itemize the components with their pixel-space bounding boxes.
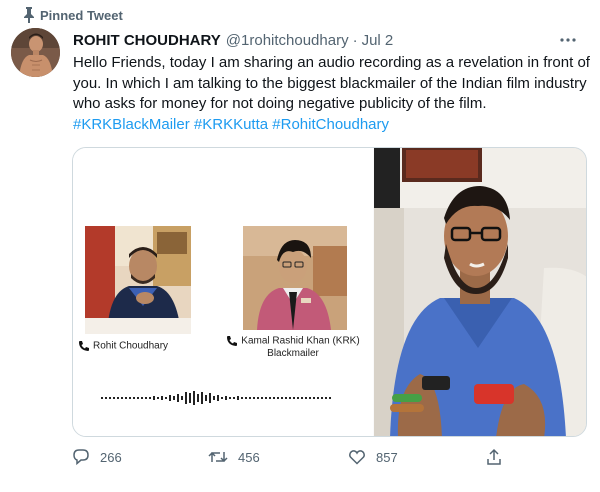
caller-role-krk: Blackmailer [267,347,319,359]
phone-icon [79,341,89,351]
heart-icon [349,450,365,465]
media-audio-panel: Rohit Choudhary Kamal Rashid Khan (KRK) … [73,148,373,436]
tweet-actions: 266 456 857 [72,448,512,470]
like-button[interactable]: 857 [348,448,398,466]
author-handle[interactable]: @1rohitchoudhary [226,32,349,49]
video-frame [374,148,586,436]
dot-separator: · [352,31,358,49]
hashtag-list: #KRKBlackMailer #KRKKutta #RohitChoudhar… [73,115,593,136]
hashtag-link[interactable]: #KRKBlackMailer [73,116,190,133]
tweet-body: Hello Friends, today I am sharing an aud… [73,54,590,112]
caller-label-krk: Kamal Rashid Khan (KRK) Blackmailer [213,335,373,360]
author-name[interactable]: ROHIT CHOUDHARY [73,32,221,49]
pinned-label: Pinned Tweet [40,7,123,23]
caller-photo-krk [243,226,347,330]
reply-count: 266 [100,449,122,465]
audio-waveform [101,390,333,406]
phone-icon [227,336,238,346]
tweet-header: ROHIT CHOUDHARY @1rohitchoudhary · Jul 2 [73,30,580,50]
hashtag-link[interactable]: #KRKKutta [194,116,268,133]
share-button[interactable] [485,448,503,466]
caller-name-rohit: Rohit Choudhary [93,340,169,352]
reply-button[interactable]: 266 [72,448,122,466]
pinned-tweet-indicator: Pinned Tweet [24,7,123,23]
retweet-count: 456 [238,449,260,465]
retweet-icon [208,451,228,463]
caller-label-rohit: Rohit Choudhary [78,340,198,353]
avatar[interactable] [11,28,60,77]
share-icon [487,448,501,465]
caller-name-krk: Kamal Rashid Khan (KRK) [241,335,360,347]
reply-icon [73,449,89,466]
tweet-date[interactable]: Jul 2 [362,32,394,49]
more-options-button[interactable] [556,28,580,52]
more-icon [560,38,576,42]
media-video[interactable]: Rohit Choudhary Kamal Rashid Khan (KRK) … [72,147,587,437]
like-count: 857 [376,449,398,465]
retweet-button[interactable]: 456 [208,448,260,466]
pin-icon [24,7,34,23]
caller-photo-rohit [85,226,191,334]
tweet-text: Hello Friends, today I am sharing an aud… [73,53,593,135]
hashtag-link[interactable]: #RohitChoudhary [272,116,389,133]
